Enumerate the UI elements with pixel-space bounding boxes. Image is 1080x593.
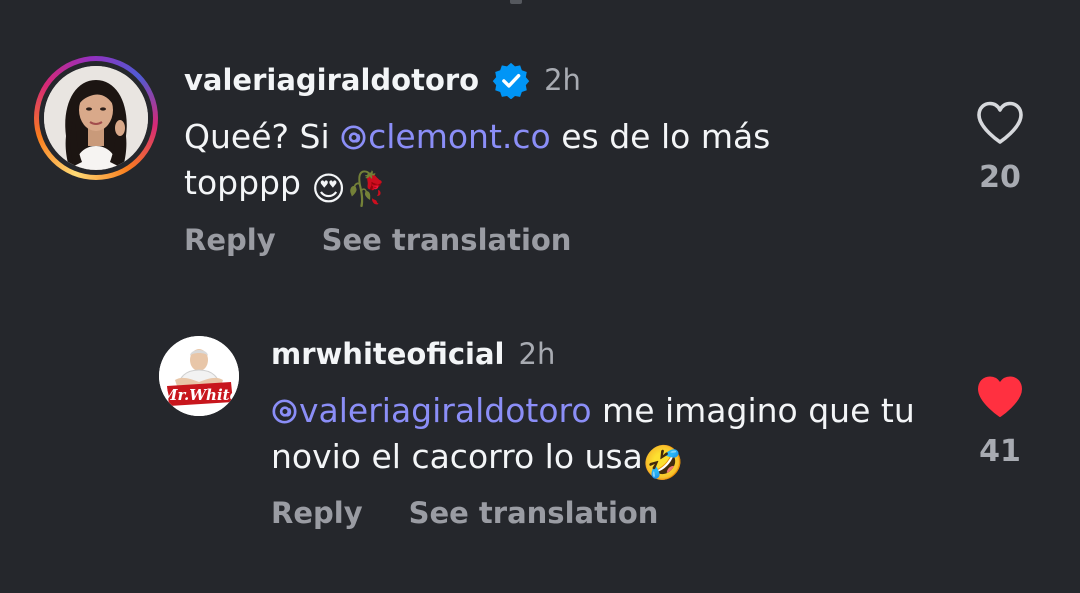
mention-link[interactable]: valeriagiraldotoro	[271, 391, 592, 430]
reply-button[interactable]: Reply	[184, 223, 276, 257]
see-translation-button[interactable]: See translation	[322, 223, 572, 257]
like-count[interactable]: 20	[960, 160, 1040, 195]
emoji-heart-eyes-wilted-rose: 😍🥀	[311, 169, 387, 208]
verified-badge-icon	[492, 61, 530, 100]
threads-at-icon	[272, 399, 297, 424]
comment-actions: Reply See translation	[271, 491, 658, 535]
mr-white-logo: Mr.White	[159, 336, 239, 416]
comment-header: valeriagiraldotoro 2h	[184, 58, 581, 102]
see-translation-button[interactable]: See translation	[409, 496, 659, 530]
timestamp: 2h	[518, 337, 556, 371]
mention-handle: valeriagiraldotoro	[299, 391, 592, 430]
avatar[interactable]: Mr.White	[159, 336, 239, 416]
comment-actions: Reply See translation	[184, 218, 571, 262]
logo-lettering: Mr.White	[160, 386, 239, 404]
comment-text-start: Queé? Si	[184, 117, 341, 156]
profile-photo	[44, 66, 148, 170]
like-count[interactable]: 41	[960, 434, 1040, 469]
comment-text: Queé? Si clemont.co es de lo más topppp …	[184, 114, 884, 212]
mention-handle: clemont.co	[368, 117, 551, 156]
heart-filled-icon[interactable]	[975, 374, 1025, 420]
username[interactable]: mrwhiteoficial	[271, 337, 505, 371]
threads-at-icon	[341, 125, 366, 150]
heart-outline-icon[interactable]	[975, 100, 1025, 146]
reply-button[interactable]: Reply	[271, 496, 363, 530]
timestamp: 2h	[544, 63, 581, 97]
scroll-indicator	[510, 0, 522, 4]
comment-header: mrwhiteoficial 2h	[271, 332, 555, 376]
username[interactable]: valeriagiraldotoro	[184, 63, 479, 97]
mention-link[interactable]: clemont.co	[340, 117, 551, 156]
avatar[interactable]	[34, 56, 158, 180]
comment-text: valeriagiraldotoro me imagino que tu nov…	[271, 388, 961, 486]
emoji-rofl: 🤣	[642, 443, 684, 482]
